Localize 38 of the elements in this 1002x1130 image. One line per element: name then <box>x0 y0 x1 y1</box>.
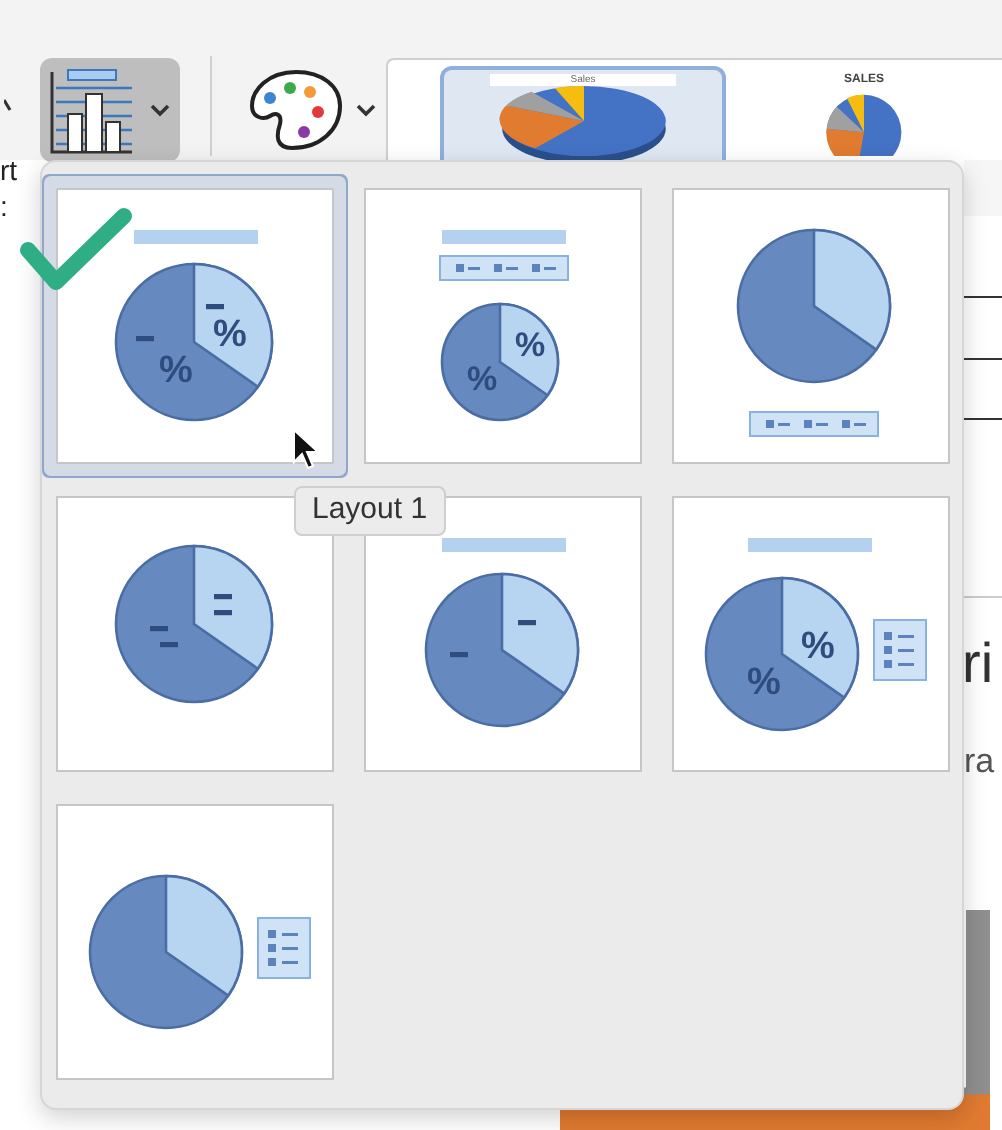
chart-title-placeholder <box>442 230 566 244</box>
percent-label: % <box>159 350 193 392</box>
palette-icon <box>248 66 344 154</box>
chevron-icon <box>150 103 170 117</box>
percent-label: % <box>213 314 247 356</box>
tooltip: Layout 1 <box>294 486 446 536</box>
layout-option[interactable]: % % <box>364 188 642 464</box>
mouse-pointer-icon <box>292 428 320 472</box>
legend-icon <box>749 411 879 437</box>
ribbon-label: : <box>0 192 8 220</box>
ribbon-label: rt <box>0 156 18 184</box>
legend-icon <box>873 619 927 681</box>
chevron-icon <box>356 103 376 117</box>
legend-icon <box>257 917 311 979</box>
document-text: ra <box>964 744 995 778</box>
percent-label: % <box>747 662 781 704</box>
percent-label: % <box>801 626 835 668</box>
color-palette-button[interactable] <box>248 66 376 154</box>
document-heading: ri <box>962 636 994 692</box>
pie-chart-icon <box>114 262 274 422</box>
chart-title-placeholder <box>442 538 566 552</box>
layout-option[interactable] <box>56 804 334 1080</box>
quick-layout-button[interactable] <box>40 58 180 162</box>
percent-label: % <box>514 326 546 364</box>
legend-icon <box>439 255 569 281</box>
bar-chart-layout-icon <box>50 66 134 154</box>
pie-chart-icon <box>440 302 560 422</box>
pie-chart-icon <box>704 576 860 732</box>
chart-title-placeholder <box>134 230 258 244</box>
layout-option[interactable] <box>672 188 950 464</box>
pie-chart-icon <box>424 572 580 728</box>
chevron-icon[interactable] <box>4 98 14 112</box>
chart-title-placeholder <box>748 538 872 552</box>
pie-chart-icon <box>736 228 892 384</box>
percent-label: % <box>466 360 498 398</box>
pie-chart-icon <box>88 874 244 1030</box>
pie-chart-icon <box>114 544 274 704</box>
layout-option[interactable]: % % <box>672 496 950 772</box>
